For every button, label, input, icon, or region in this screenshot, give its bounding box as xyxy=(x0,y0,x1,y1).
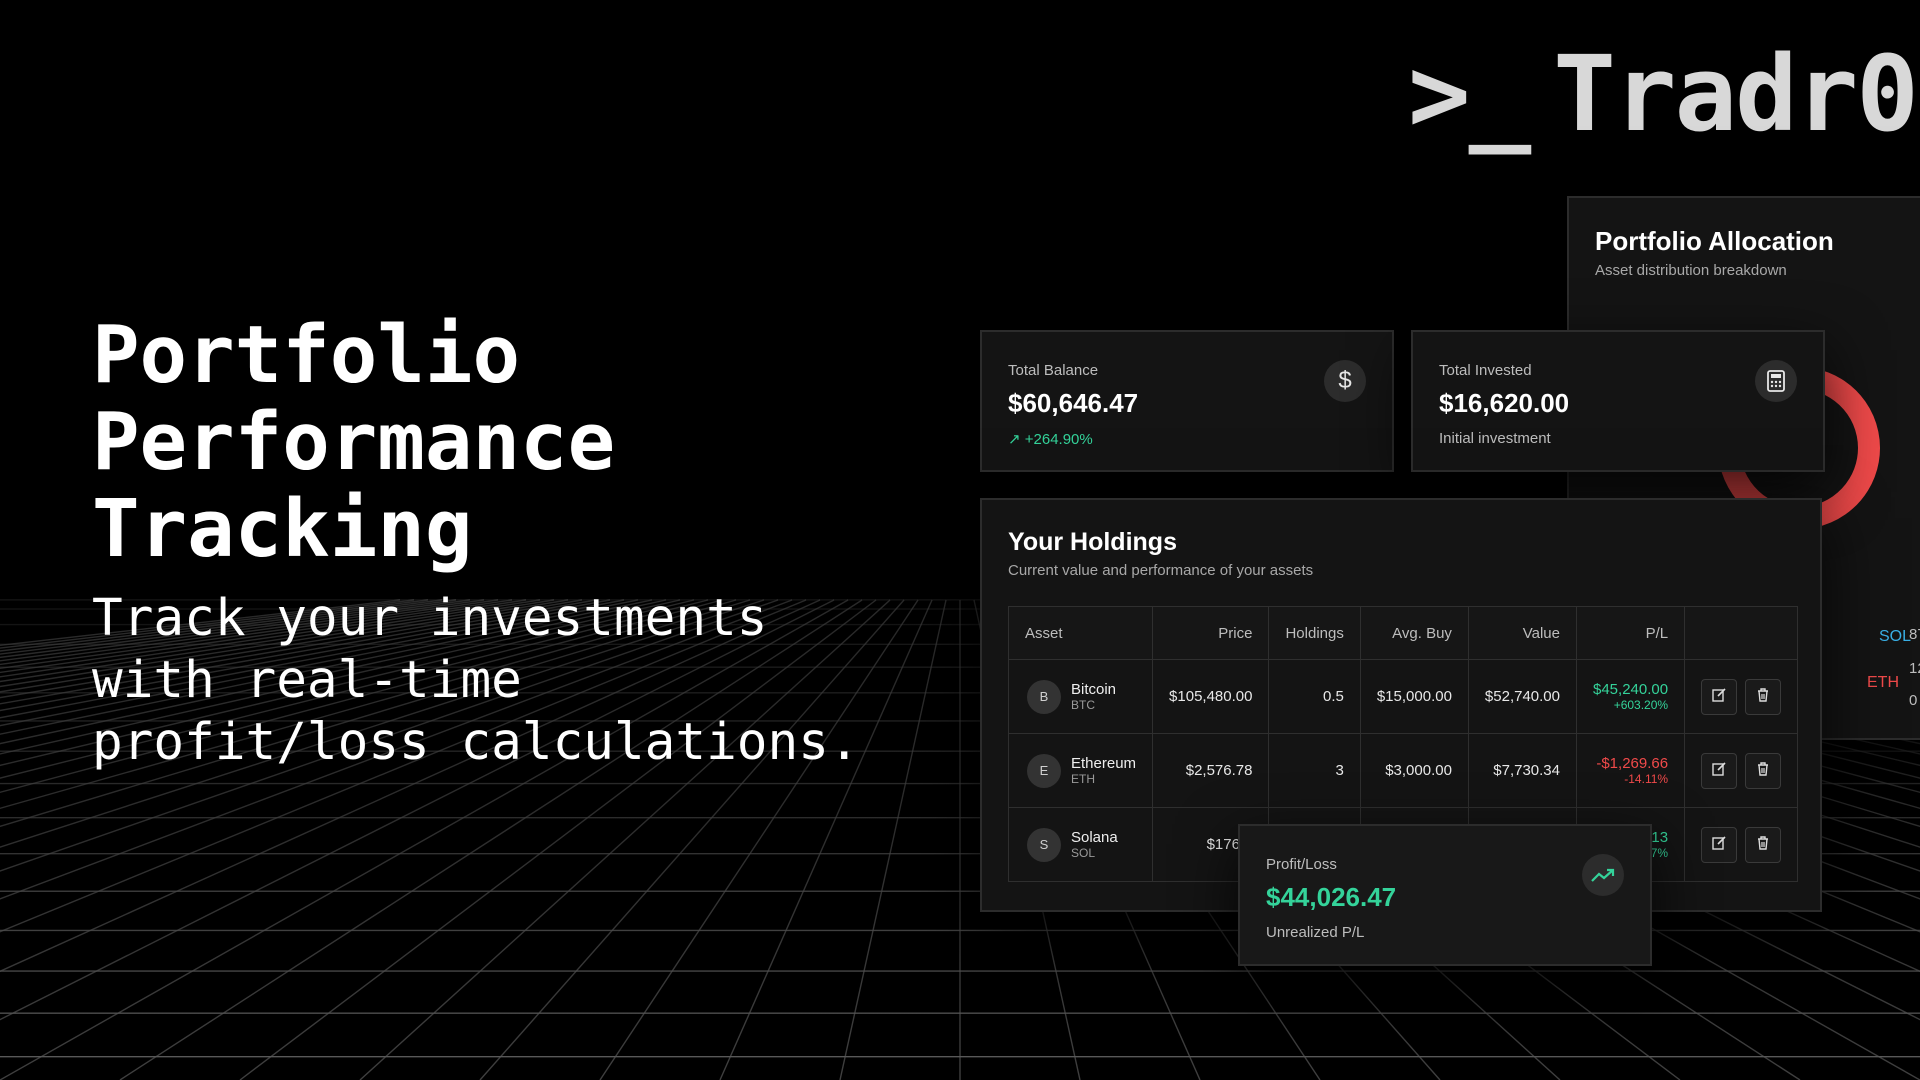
dollar-icon: $ xyxy=(1324,360,1366,402)
terminal-prompt-icon: >_ xyxy=(1408,33,1531,155)
pl-percent: +603.20% xyxy=(1613,698,1669,712)
column-header: Holdings xyxy=(1268,606,1361,660)
hero-subtitle: Track your investments with real-time pr… xyxy=(92,588,912,774)
actions-cell xyxy=(1684,733,1799,808)
calculator-icon xyxy=(1755,360,1797,402)
delete-button[interactable] xyxy=(1745,826,1782,863)
column-header: P/L xyxy=(1575,606,1686,660)
pl-cell: $45,240.00 +603.20% xyxy=(1575,659,1686,734)
hero-subtitle-line: Track your investments xyxy=(92,589,768,648)
hero-title-line: Performance xyxy=(92,396,616,488)
stat-label: Total Invested xyxy=(1439,362,1532,379)
total-balance-card: Total Balance $60,646.47 ↗ +264.90% $ xyxy=(980,330,1394,472)
value-cell: $52,740.00 xyxy=(1467,659,1578,734)
pl-cell: -$1,269.66 -14.11% xyxy=(1575,733,1686,808)
avg-buy-cell: $15,000.00 xyxy=(1359,659,1469,734)
pl-amount: $45,240.00 xyxy=(1593,681,1669,698)
edit-button[interactable] xyxy=(1701,752,1738,789)
edit-button[interactable] xyxy=(1701,826,1738,863)
allocation-subtitle: Asset distribution breakdown xyxy=(1595,262,1787,279)
allocation-label-eth: ETH xyxy=(1867,674,1899,691)
holdings-title: Your Holdings xyxy=(1008,528,1177,556)
asset-symbol: SOL xyxy=(1071,846,1096,860)
stat-label: Profit/Loss xyxy=(1266,856,1337,873)
asset-avatar: S xyxy=(1027,827,1061,862)
hero-subtitle-line: with real-time xyxy=(92,651,522,710)
trash-icon xyxy=(1755,835,1771,855)
pl-amount: -$1,269.66 xyxy=(1596,755,1669,772)
column-header: Asset xyxy=(1007,606,1154,660)
avg-buy-cell: $3,000.00 xyxy=(1359,733,1469,808)
hero-title: Portfolio Performance Tracking xyxy=(92,312,852,573)
column-header: Value xyxy=(1467,606,1578,660)
asset-avatar: B xyxy=(1027,679,1061,714)
balance-change: ↗ +264.90% xyxy=(1008,430,1093,448)
column-header: Avg. Buy xyxy=(1359,606,1469,660)
stat-value: $16,620.00 xyxy=(1439,388,1570,418)
asset-symbol: ETH xyxy=(1071,772,1095,786)
hero-subtitle-line: profit/loss calculations. xyxy=(92,713,860,772)
allocation-title: Portfolio Allocation xyxy=(1595,226,1834,256)
asset-cell: E Ethereum ETH xyxy=(1007,733,1154,808)
brand-logo: >_ Tradr0 xyxy=(1408,33,1919,155)
holdings-subtitle: Current value and performance of your as… xyxy=(1008,562,1314,579)
asset-name: Ethereum xyxy=(1071,755,1137,772)
trending-up-icon xyxy=(1582,854,1624,896)
allocation-side-value: 12 xyxy=(1909,660,1920,677)
column-header: Price xyxy=(1152,606,1270,660)
delete-button[interactable] xyxy=(1745,678,1782,715)
asset-symbol: BTC xyxy=(1071,698,1095,712)
hero-title-line: Portfolio xyxy=(92,309,521,401)
edit-icon xyxy=(1711,761,1727,781)
actions-cell xyxy=(1684,659,1799,734)
edit-button[interactable] xyxy=(1701,678,1738,715)
delete-button[interactable] xyxy=(1745,752,1782,789)
trending-up-icon: ↗ xyxy=(1008,431,1021,448)
actions-cell xyxy=(1684,807,1799,882)
stat-label: Total Balance xyxy=(1008,362,1099,379)
profit-loss-card: Profit/Loss $44,026.47 Unrealized P/L xyxy=(1238,824,1652,966)
asset-name: Bitcoin xyxy=(1071,681,1117,698)
value-cell: $7,730.34 xyxy=(1467,733,1578,808)
price-cell: $2,576.78 xyxy=(1152,733,1270,808)
stat-value: $60,646.47 xyxy=(1008,388,1139,418)
edit-icon xyxy=(1711,835,1727,855)
allocation-label-sol: SOL xyxy=(1879,628,1912,645)
edit-icon xyxy=(1711,687,1727,707)
column-header xyxy=(1684,606,1799,660)
stat-value: $44,026.47 xyxy=(1266,882,1397,912)
holdings-cell: 0.5 xyxy=(1268,659,1361,734)
brand-name: Tradr0 xyxy=(1553,33,1919,155)
pl-percent: -14.11% xyxy=(1624,772,1669,786)
balance-change-value: +264.90% xyxy=(1024,431,1093,448)
trash-icon xyxy=(1755,761,1771,781)
hero-title-line: Tracking xyxy=(92,483,473,575)
stat-note: Initial investment xyxy=(1439,430,1551,447)
trash-icon xyxy=(1755,687,1771,707)
table-row: B Bitcoin BTC $105,480.00 0.5 $15,000.00 $52,7… xyxy=(1007,659,1799,734)
price-cell: $105,480.00 xyxy=(1152,659,1270,734)
table-row: E Ethereum ETH $2,576.78 3 $3,000.00 $7,730.34… xyxy=(1007,733,1799,808)
total-invested-card: Total Invested $16,620.00 Initial invest… xyxy=(1411,330,1825,472)
stat-note: Unrealized P/L xyxy=(1266,924,1365,941)
asset-name: Solana xyxy=(1071,829,1118,846)
asset-cell: S Solana SOL xyxy=(1007,807,1154,882)
holdings-cell: 3 xyxy=(1268,733,1361,808)
allocation-side-value: 0 xyxy=(1909,692,1918,709)
asset-avatar: E xyxy=(1027,753,1061,788)
allocation-side-value: 87 xyxy=(1909,626,1920,643)
asset-cell: B Bitcoin BTC xyxy=(1007,659,1154,734)
